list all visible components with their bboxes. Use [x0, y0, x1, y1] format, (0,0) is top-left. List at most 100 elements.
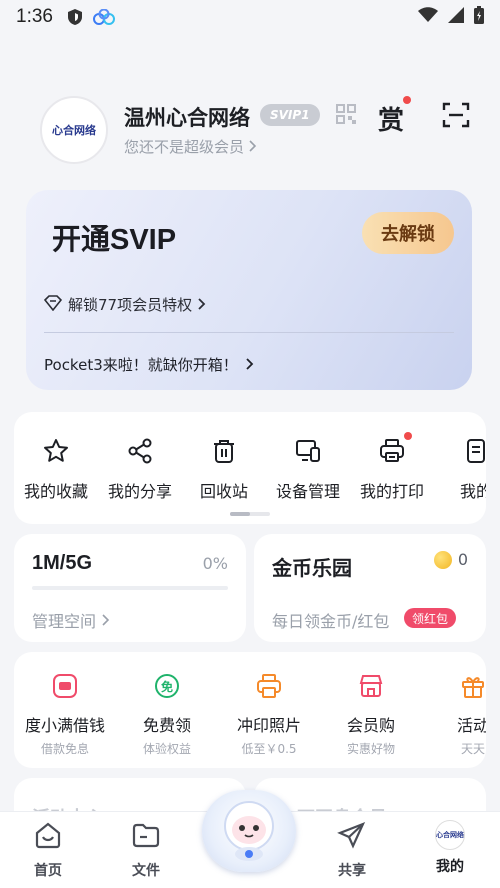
profile-header: 心合网络 温州心合网络 SVIP1 您还不是超级会员 赏 — [40, 96, 480, 166]
tool-favorites[interactable]: 我的收藏 — [14, 436, 98, 502]
home-icon — [33, 820, 63, 854]
star-icon — [42, 436, 70, 466]
coin-title: 金币乐园 — [272, 556, 352, 580]
unlock-button[interactable]: 去解锁 — [362, 212, 454, 254]
battery-icon — [474, 5, 484, 29]
perk-link[interactable]: 解锁77项会员特权 — [43, 294, 206, 315]
scan-icon[interactable] — [442, 102, 470, 132]
tools-card: 我的收藏 我的分享 回收站 设备管理 我的打印 我的 — [14, 412, 486, 524]
promo-link[interactable]: Pocket3来啦！就缺你开箱！ — [44, 354, 254, 375]
trash-icon — [210, 436, 238, 466]
service-member-shop[interactable]: 会员购 实惠好物 — [320, 672, 422, 757]
services-card: 度小满借钱 借款免息 免 免费领 体验权益 冲印照片 低至￥0.5 会员购 实惠… — [14, 652, 486, 768]
avatar[interactable]: 心合网络 — [40, 96, 108, 164]
avatar-logo: 心合网络 — [52, 124, 96, 137]
service-subtitle: 实惠好物 — [346, 742, 395, 756]
svip-badge[interactable]: SVIP1 — [260, 104, 320, 126]
service-subtitle: 低至￥0.5 — [241, 742, 297, 756]
diamond-icon — [43, 294, 63, 315]
storage-progress-bar — [32, 586, 228, 590]
divider — [44, 332, 454, 333]
service-photo-print[interactable]: 冲印照片 低至￥0.5 — [218, 672, 320, 757]
coin-icon — [433, 550, 452, 569]
tab-label: 我的 — [436, 859, 464, 875]
tab-avatar: 心合网络 — [435, 820, 465, 850]
svg-text:免: 免 — [161, 679, 173, 694]
member-status-link[interactable]: 您还不是超级会员 — [124, 136, 257, 157]
gift-icon — [460, 672, 486, 700]
store-icon — [358, 672, 384, 700]
svip-title: 开通SVIP — [52, 224, 177, 256]
qr-code-icon[interactable] — [336, 104, 356, 128]
promo-text: Pocket3来啦！就缺你开箱！ — [44, 356, 238, 374]
tool-more[interactable]: 我的 — [434, 436, 486, 502]
tool-recycle-bin[interactable]: 回收站 — [182, 436, 266, 502]
tab-files[interactable]: 文件 — [106, 820, 186, 880]
send-icon — [337, 820, 367, 854]
folder-icon — [131, 820, 161, 854]
service-free[interactable]: 免 免费领 体验权益 — [116, 672, 218, 757]
manage-space-link[interactable]: 管理空间 — [32, 608, 110, 632]
signal-icon — [448, 6, 464, 28]
daily-coin-link[interactable]: 每日领金币/红包 — [272, 608, 389, 632]
service-loan[interactable]: 度小满借钱 借款免息 — [14, 672, 116, 757]
perk-text: 解锁77项会员特权 — [68, 296, 193, 314]
service-subtitle: 体验权益 — [142, 742, 191, 756]
doc-icon — [462, 436, 486, 466]
services-row: 度小满借钱 借款免息 免 免费领 体验权益 冲印照片 低至￥0.5 会员购 实惠… — [14, 672, 486, 757]
tool-label: 我的分享 — [107, 482, 172, 501]
status-bar: 1:36 — [0, 0, 500, 34]
storage-percent: 0% — [202, 554, 228, 573]
tab-label: 首页 — [34, 863, 62, 879]
devices-icon — [294, 436, 322, 466]
tool-label: 我的打印 — [359, 482, 424, 501]
service-label: 活动 — [456, 716, 486, 735]
service-label: 冲印照片 — [236, 716, 301, 735]
service-label: 度小满借钱 — [24, 716, 105, 735]
service-subtitle: 借款免息 — [40, 742, 89, 756]
tab-share[interactable]: 共享 — [312, 820, 392, 880]
reward-button[interactable]: 赏 — [378, 100, 404, 137]
tab-home[interactable]: 首页 — [8, 820, 88, 880]
tools-row: 我的收藏 我的分享 回收站 设备管理 我的打印 我的 — [14, 432, 486, 502]
service-label: 免费领 — [142, 716, 191, 735]
tab-mine[interactable]: 心合网络 我的 — [410, 820, 490, 876]
red-packet-badge[interactable]: 领红包 — [404, 608, 457, 628]
service-activity[interactable]: 活动 天天 — [422, 672, 486, 757]
share-icon — [126, 436, 154, 466]
coin-balance: 0 — [433, 550, 468, 569]
tool-print[interactable]: 我的打印 — [350, 432, 434, 502]
notification-dot — [404, 432, 412, 440]
mascot-button[interactable] — [202, 790, 296, 872]
tab-label: 文件 — [132, 863, 160, 879]
printer-icon — [378, 432, 412, 466]
chevron-right-icon — [249, 138, 257, 156]
photo-print-icon — [256, 672, 282, 700]
tool-label: 回收站 — [199, 482, 248, 501]
storage-card[interactable]: 1M/5G 0% 管理空间 — [14, 534, 246, 642]
tool-shares[interactable]: 我的分享 — [98, 436, 182, 502]
member-status-text: 您还不是超级会员 — [124, 138, 245, 156]
chevron-right-icon — [198, 296, 206, 314]
wallet-icon — [52, 672, 78, 700]
shield-icon — [67, 8, 83, 26]
chevron-right-icon — [102, 611, 110, 630]
free-icon: 免 — [154, 672, 180, 700]
service-subtitle: 天天 — [460, 742, 485, 756]
manage-space-text: 管理空间 — [32, 612, 97, 631]
scroll-thumb — [230, 512, 250, 516]
tool-devices[interactable]: 设备管理 — [266, 436, 350, 502]
coin-card[interactable]: 金币乐园 0 每日领金币/红包 领红包 — [254, 534, 486, 642]
service-label: 会员购 — [346, 716, 395, 735]
username[interactable]: 温州心合网络 — [124, 102, 250, 132]
tool-label: 我的收藏 — [23, 482, 88, 501]
tool-label: 设备管理 — [275, 482, 340, 501]
notification-dot — [403, 96, 411, 104]
daily-coin-text: 每日领金币/红包 — [272, 612, 390, 631]
tab-label: 共享 — [338, 863, 366, 879]
svip-card[interactable]: 开通SVIP 去解锁 解锁77项会员特权 Pocket3来啦！就缺你开箱！ — [26, 190, 472, 390]
coin-count: 0 — [457, 550, 468, 569]
mascot-icon — [214, 796, 284, 866]
storage-size: 1M/5G — [32, 552, 93, 574]
chevron-right-icon — [246, 356, 254, 374]
